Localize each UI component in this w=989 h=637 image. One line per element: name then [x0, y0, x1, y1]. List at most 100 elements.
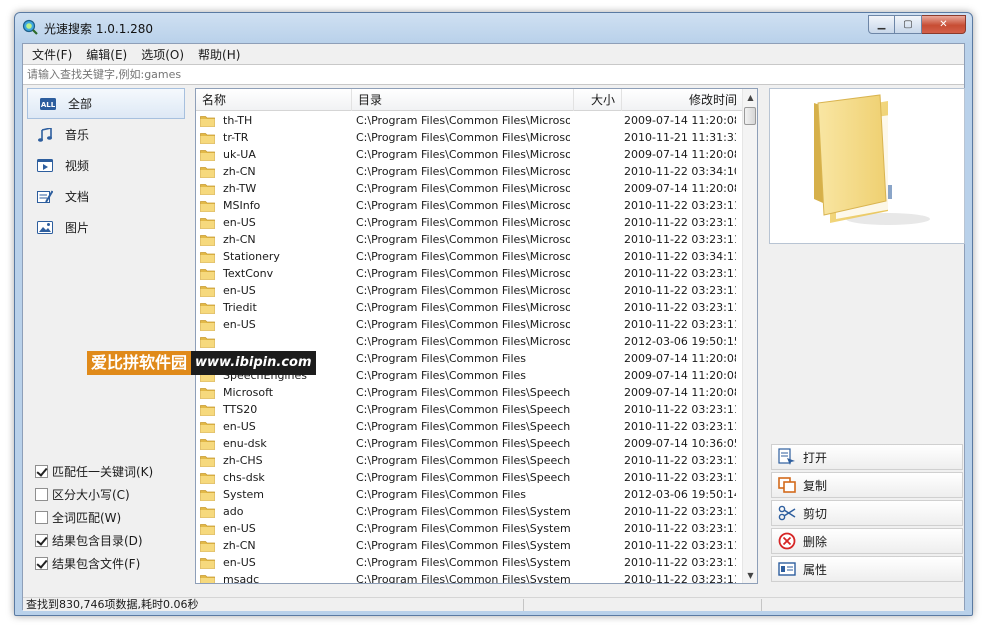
results-list[interactable]: 名称 目录 大小 修改时间 th-TH C:\Program Files\Comm…: [195, 88, 758, 584]
cell-name: th-TH: [200, 112, 350, 129]
search-input[interactable]: [25, 65, 948, 84]
menu-options[interactable]: 选项(O): [134, 44, 191, 63]
cell-dir: C:\Program Files\Common Files: [356, 352, 527, 365]
column-header-time[interactable]: 修改时间: [622, 89, 744, 111]
checkbox[interactable]: [35, 534, 48, 547]
table-row[interactable]: zh-CN C:\Program Files\Common Files\Syste…: [196, 537, 744, 554]
cell-size: [576, 469, 620, 486]
cell-dir: C:\Program Files\Common Files\SpeechEn..…: [356, 471, 570, 484]
table-row[interactable]: MSInfo C:\Program Files\Common Files\Micr…: [196, 197, 744, 214]
menu-edit[interactable]: 编辑(E): [79, 44, 134, 63]
table-row[interactable]: zh-CN C:\Program Files\Common Files\Micro…: [196, 163, 744, 180]
maximize-button[interactable]: ▢: [895, 15, 922, 34]
table-row[interactable]: msadc C:\Program Files\Common Files\Syste…: [196, 571, 744, 583]
cell-dir: C:\Program Files\Common Files\Microsoft …: [356, 250, 570, 263]
folder-icon: [200, 251, 215, 263]
cell-name: zh-TW: [200, 180, 350, 197]
option-checkbox-3[interactable]: 结果包含目录(D): [35, 529, 153, 552]
cell-dir: C:\Program Files\Common Files\Microsoft …: [356, 114, 570, 127]
vertical-scrollbar[interactable]: ▲ ▼: [742, 89, 757, 583]
cell-name: zh-CN: [200, 231, 350, 248]
cell-time: 2010-11-22 03:23:11: [624, 522, 736, 535]
scroll-up-arrow-icon[interactable]: ▲: [743, 89, 757, 105]
table-row[interactable]: enu-dsk C:\Program Files\Common Files\Spe…: [196, 435, 744, 452]
cell-name: TextConv: [200, 265, 350, 282]
file-name: zh-TW: [223, 182, 257, 195]
properties-button[interactable]: 属性: [771, 556, 963, 582]
watermark: 爱比拼软件园 www.ibipin.com: [87, 351, 316, 375]
table-row[interactable]: C:\Program Files\Common Files\Microsoft …: [196, 333, 744, 350]
minimize-button[interactable]: ▁: [868, 15, 895, 34]
table-row[interactable]: ado C:\Program Files\Common Files\System 2…: [196, 503, 744, 520]
checkbox[interactable]: [35, 557, 48, 570]
menu-help[interactable]: 帮助(H): [191, 44, 247, 63]
scroll-down-arrow-icon[interactable]: ▼: [743, 567, 757, 583]
option-checkbox-0[interactable]: 匹配任一关键词(K): [35, 460, 153, 483]
column-header-dir[interactable]: 目录: [352, 89, 574, 111]
option-checkbox-1[interactable]: 区分大小写(C): [35, 483, 153, 506]
column-header-name[interactable]: 名称: [196, 89, 352, 111]
table-row[interactable]: en-US C:\Program Files\Common Files\Micro…: [196, 316, 744, 333]
table-row[interactable]: Microsoft C:\Program Files\Common Files\S…: [196, 384, 744, 401]
checkbox[interactable]: [35, 511, 48, 524]
table-row[interactable]: en-US C:\Program Files\Common Files\Speec…: [196, 418, 744, 435]
table-row[interactable]: System C:\Program Files\Common Files 2012-…: [196, 486, 744, 503]
cell-name: en-US: [200, 214, 350, 231]
category-document[interactable]: 文档: [25, 181, 194, 212]
folder-icon: [200, 234, 215, 246]
table-row[interactable]: uk-UA C:\Program Files\Common Files\Micro…: [196, 146, 744, 163]
folder-icon: [200, 489, 215, 501]
close-button[interactable]: ✕: [922, 15, 966, 34]
title-bar[interactable]: 光速搜索 1.0.1.280 ▁ ▢ ✕: [15, 13, 972, 43]
checkbox[interactable]: [35, 465, 48, 478]
cut-button[interactable]: 剪切: [771, 500, 963, 526]
cell-name: enu-dsk: [200, 435, 350, 452]
folder-icon: [200, 404, 215, 416]
open-button[interactable]: 打开: [771, 444, 963, 470]
menu-file[interactable]: 文件(F): [25, 44, 79, 63]
scroll-thumb[interactable]: [744, 107, 756, 125]
table-row[interactable]: en-US C:\Program Files\Common Files\Syste…: [196, 554, 744, 571]
table-row[interactable]: en-US C:\Program Files\Common Files\Syste…: [196, 520, 744, 537]
option-checkbox-4[interactable]: 结果包含文件(F): [35, 552, 153, 575]
table-row[interactable]: zh-CHS C:\Program Files\Common Files\Spee…: [196, 452, 744, 469]
table-row[interactable]: en-US C:\Program Files\Common Files\Micro…: [196, 282, 744, 299]
cell-dir: C:\Program Files\Common Files\SpeechEn..…: [356, 386, 570, 399]
picture-icon: [37, 221, 53, 235]
delete-button[interactable]: 删除: [771, 528, 963, 554]
option-checkbox-2[interactable]: 全词匹配(W): [35, 506, 153, 529]
category-picture[interactable]: 图片: [25, 212, 194, 243]
table-row[interactable]: chs-dsk C:\Program Files\Common Files\Spe…: [196, 469, 744, 486]
folder-icon: [200, 557, 215, 569]
cell-time: 2010-11-22 03:23:11: [624, 318, 736, 331]
table-row[interactable]: tr-TR C:\Program Files\Common Files\Micro…: [196, 129, 744, 146]
cell-size: [576, 112, 620, 129]
table-row[interactable]: en-US C:\Program Files\Common Files\Micro…: [196, 214, 744, 231]
copy-button[interactable]: 复制: [771, 472, 963, 498]
cell-size: [576, 316, 620, 333]
checkbox[interactable]: [35, 488, 48, 501]
table-row[interactable]: Stationery C:\Program Files\Common Files\…: [196, 248, 744, 265]
cell-time: 2010-11-22 03:23:11: [624, 539, 736, 552]
category-label: 全部: [68, 97, 93, 111]
table-row[interactable]: zh-TW C:\Program Files\Common Files\Micro…: [196, 180, 744, 197]
window-title: 光速搜索 1.0.1.280: [44, 22, 154, 36]
table-row[interactable]: TTS20 C:\Program Files\Common Files\Speec…: [196, 401, 744, 418]
cell-size: [576, 197, 620, 214]
category-video[interactable]: 视频: [25, 150, 194, 181]
table-row[interactable]: th-TH C:\Program Files\Common Files\Micro…: [196, 112, 744, 129]
video-icon: [37, 159, 53, 173]
category-all[interactable]: ALL 全部: [27, 88, 185, 119]
folder-icon: [200, 319, 215, 331]
column-header-size[interactable]: 大小: [574, 89, 622, 111]
table-row[interactable]: zh-CN C:\Program Files\Common Files\Micro…: [196, 231, 744, 248]
category-music[interactable]: 音乐: [25, 119, 194, 150]
table-row[interactable]: Triedit C:\Program Files\Common Files\Mic…: [196, 299, 744, 316]
table-row[interactable]: TextConv C:\Program Files\Common Files\Mi…: [196, 265, 744, 282]
cell-time: 2010-11-22 03:23:11: [624, 556, 736, 569]
file-name: en-US: [223, 318, 256, 331]
option-label: 结果包含目录(D): [52, 534, 143, 548]
folder-icon: [200, 523, 215, 535]
cell-name: en-US: [200, 418, 350, 435]
folder-icon: [200, 285, 215, 297]
